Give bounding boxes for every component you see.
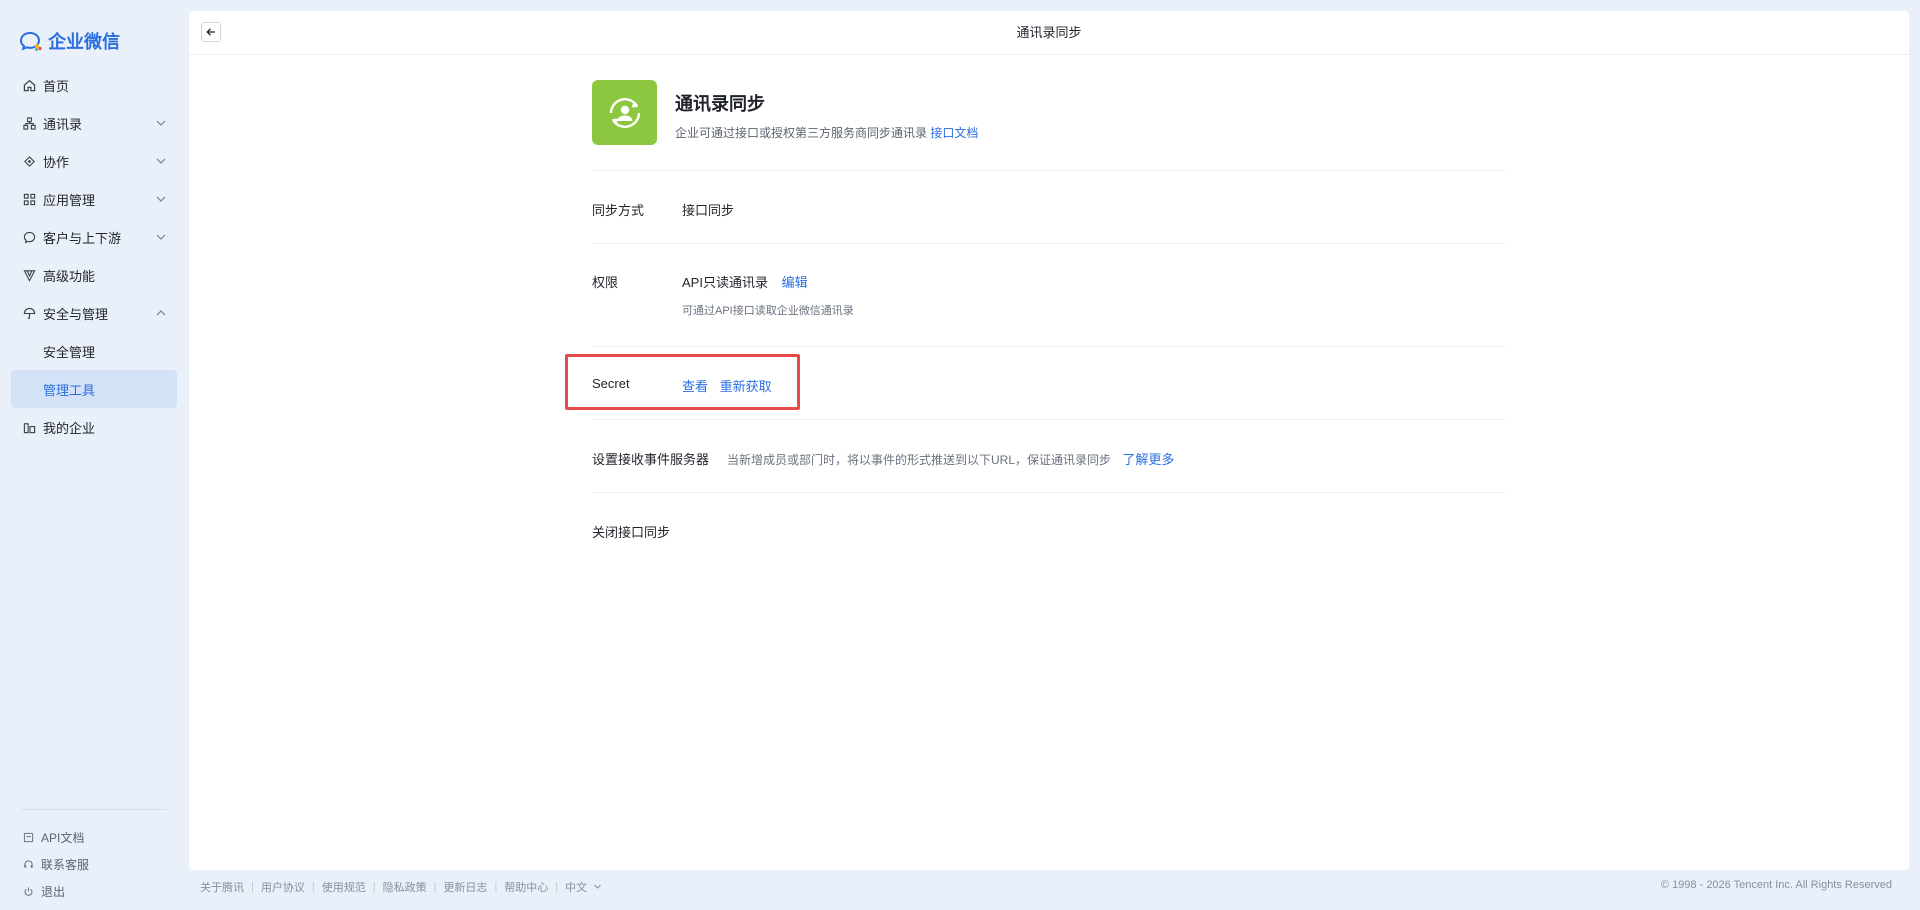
sidebar-nav: 首页 通讯录 协作 应用管理 客户与上下游 高级功能 安全与管理 安全管理 管理… <box>11 66 177 446</box>
logo[interactable]: 企业微信 <box>20 28 120 54</box>
sidebar-item-label: 高级功能 <box>43 268 96 284</box>
topbar: 通讯录同步 <box>189 11 1909 55</box>
footer-link-about[interactable]: 关于腾讯 <box>200 879 244 895</box>
umbrella-icon <box>22 306 36 320</box>
chat-icon <box>22 230 36 244</box>
sync-mode-label: 同步方式 <box>592 203 645 218</box>
language-selector[interactable]: 中文 <box>565 879 602 895</box>
sidebar-subitem-label: 安全管理 <box>43 344 96 360</box>
chevron-down-icon <box>156 196 166 202</box>
power-icon <box>22 886 34 898</box>
chevron-down-icon <box>156 234 166 240</box>
page-title: 通讯录同步 <box>1016 25 1082 40</box>
footer-separator: | <box>251 881 254 893</box>
sync-mode-value: 接口同步 <box>682 203 735 218</box>
set-event-server-link[interactable]: 设置接收事件服务器 <box>592 449 709 468</box>
wecom-logo-icon <box>20 31 42 51</box>
chevron-down-icon <box>156 158 166 164</box>
sidebar-item-label: 安全与管理 <box>43 306 109 322</box>
apps-icon <box>22 192 36 206</box>
footer-links: 关于腾讯 | 用户协议 | 使用规范 | 隐私政策 | 更新日志 | 帮助中心 | 中文 <box>200 879 602 895</box>
permission-value-text: API只读通讯录 <box>682 275 768 290</box>
footer-link-help[interactable]: 帮助中心 <box>504 879 548 895</box>
home-icon <box>22 78 36 92</box>
footer-separator: | <box>372 881 376 893</box>
event-server-desc-wrap: 当新增成员或部门时，将以事件的形式推送到以下URL，保证通讯录同步 了解更多 <box>727 449 1174 468</box>
language-label: 中文 <box>565 882 588 894</box>
company-icon <box>22 420 36 434</box>
sidebar-item-advanced[interactable]: 高级功能 <box>11 256 177 294</box>
footer-link-changelog[interactable]: 更新日志 <box>443 879 487 895</box>
event-server-description: 当新增成员或部门时，将以事件的形式推送到以下URL，保证通讯录同步 <box>727 453 1112 467</box>
footer-separator: | <box>494 881 498 893</box>
sidebar-subitem-label: 管理工具 <box>43 382 96 398</box>
sidebar-item-collab[interactable]: 协作 <box>11 142 177 180</box>
footer-separator: | <box>555 881 559 893</box>
api-doc-link[interactable]: 接口文档 <box>930 126 978 140</box>
permission-label: 权限 <box>592 275 619 290</box>
secret-highlight-box <box>565 354 800 410</box>
app-description-text: 企业可通过接口或授权第三方服务商同步通讯录 <box>675 126 928 140</box>
doc-icon <box>22 832 34 844</box>
api-docs-link[interactable]: API文档 <box>22 824 89 851</box>
sidebar-item-label: 通讯录 <box>43 116 83 132</box>
sidebar-item-home[interactable]: 首页 <box>11 66 177 104</box>
logo-text: 企业微信 <box>48 32 120 52</box>
sidebar-item-contacts[interactable]: 通讯录 <box>11 104 177 142</box>
permission-hint: 可通过API接口读取企业微信通讯录 <box>682 305 854 317</box>
sidebar: 企业微信 首页 通讯录 协作 应用管理 客户与上下游 高级功能 安全与管理 安全… <box>0 0 189 910</box>
sidebar-item-label: 应用管理 <box>43 192 96 208</box>
footer-link-user-agreement[interactable]: 用户协议 <box>261 879 305 895</box>
sidebar-bottom-links: API文档 联系客服 退出 <box>22 824 89 905</box>
sidebar-item-security[interactable]: 安全与管理 <box>11 294 177 332</box>
permission-value: API只读通讯录 编辑 <box>682 272 808 291</box>
chevron-down-icon <box>156 120 166 126</box>
sidebar-item-apps[interactable]: 应用管理 <box>11 180 177 218</box>
main-panel: 通讯录同步 通讯录同步 企业可通过接口或授权第三方服务商同步通讯录 接口文档 同… <box>189 11 1909 870</box>
close-sync-row: 关闭接口同步 <box>592 493 1506 565</box>
sidebar-item-label: 协作 <box>43 154 70 170</box>
sidebar-item-label: 首页 <box>43 78 70 94</box>
contact-support-link[interactable]: 联系客服 <box>22 851 89 878</box>
logout-link[interactable]: 退出 <box>22 878 89 905</box>
header-text: 通讯录同步 企业可通过接口或授权第三方服务商同步通讯录 接口文档 <box>675 80 978 141</box>
content: 通讯录同步 企业可通过接口或授权第三方服务商同步通讯录 接口文档 同步方式 接口… <box>592 80 1506 565</box>
sidebar-item-my-company[interactable]: 我的企业 <box>11 408 177 446</box>
sidebar-subitem-management-tools[interactable]: 管理工具 <box>11 370 177 408</box>
advanced-icon <box>22 268 36 282</box>
contact-support-label: 联系客服 <box>41 858 90 872</box>
back-button[interactable] <box>201 22 221 42</box>
chevron-up-icon <box>156 310 166 316</box>
footer-separator: | <box>433 881 437 893</box>
contact-sync-app-icon <box>592 80 657 145</box>
permission-edit-link[interactable]: 编辑 <box>782 275 808 290</box>
headset-icon <box>22 859 34 871</box>
footer-separator: | <box>311 881 315 893</box>
arrow-left-icon <box>206 28 215 36</box>
chevron-down-icon <box>594 884 602 889</box>
sidebar-item-label: 我的企业 <box>43 420 96 436</box>
collab-icon <box>22 154 36 168</box>
sidebar-item-label: 客户与上下游 <box>43 230 122 246</box>
copyright: © 1998 - 2026 Tencent Inc. All Rights Re… <box>1660 879 1892 891</box>
permission-row: 权限 API只读通讯录 编辑 可通过API接口读取企业微信通讯录 <box>592 244 1506 346</box>
logout-label: 退出 <box>41 885 66 899</box>
footer-link-usage-rules[interactable]: 使用规范 <box>322 879 366 895</box>
event-server-row: 设置接收事件服务器 当新增成员或部门时，将以事件的形式推送到以下URL，保证通讯… <box>592 420 1506 492</box>
app-description: 企业可通过接口或授权第三方服务商同步通讯录 接口文档 <box>675 124 978 141</box>
sidebar-subitem-security-management[interactable]: 安全管理 <box>11 332 177 370</box>
close-api-sync-link[interactable]: 关闭接口同步 <box>592 522 670 541</box>
footer-link-privacy[interactable]: 隐私政策 <box>383 879 427 895</box>
sidebar-item-customers[interactable]: 客户与上下游 <box>11 218 177 256</box>
sidebar-divider <box>22 809 167 810</box>
app-header: 通讯录同步 企业可通过接口或授权第三方服务商同步通讯录 接口文档 <box>592 80 1506 170</box>
app-title: 通讯录同步 <box>675 94 765 114</box>
api-docs-label: API文档 <box>41 831 85 845</box>
learn-more-link[interactable]: 了解更多 <box>1122 452 1174 467</box>
sync-mode-row: 同步方式 接口同步 <box>592 171 1506 243</box>
org-icon <box>22 116 36 130</box>
